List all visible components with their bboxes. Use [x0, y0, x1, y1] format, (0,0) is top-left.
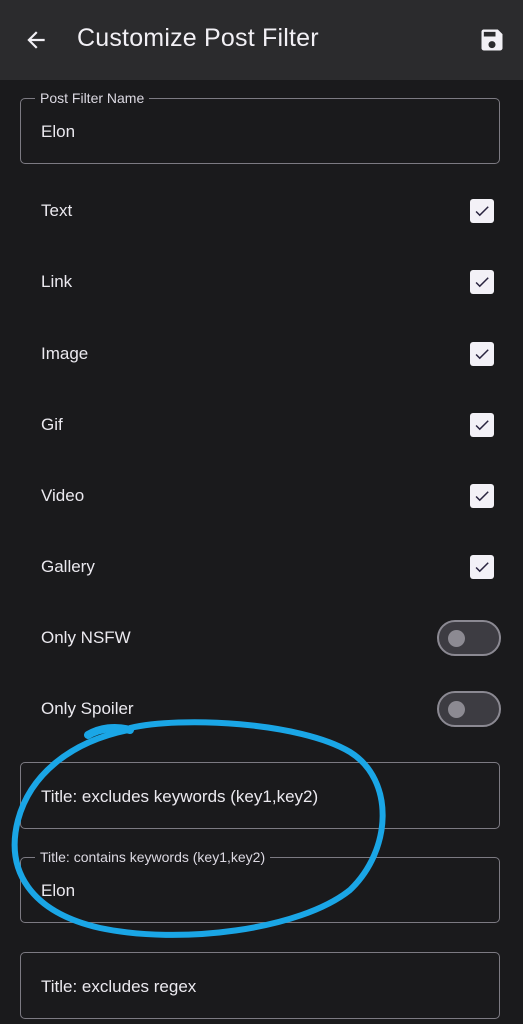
floppy-disk-icon [481, 29, 503, 51]
save-button[interactable] [474, 22, 510, 58]
only-spoiler-switch[interactable] [437, 691, 501, 727]
title-contains-keywords-value: Elon [41, 881, 76, 900]
switch-knob [448, 701, 465, 718]
post-type-label: Image [41, 344, 89, 363]
text-checkbox[interactable] [470, 199, 494, 223]
post-filter-name-field[interactable]: Post Filter Name Elon [20, 90, 500, 164]
only-nsfw-row[interactable]: Only NSFW [0, 610, 523, 666]
post-type-label: Gif [41, 415, 63, 434]
title-contains-keywords-field[interactable]: Title: contains keywords (key1,key2) Elo… [20, 849, 500, 923]
only-spoiler-row[interactable]: Only Spoiler [0, 681, 523, 737]
post-filter-name-value: Elon [41, 122, 76, 141]
page-title: Customize Post Filter [77, 24, 319, 52]
post-filter-name-label: Post Filter Name [35, 90, 150, 106]
only-nsfw-label: Only NSFW [41, 628, 131, 647]
post-type-row-image[interactable]: Image [0, 326, 523, 382]
title-excludes-regex-placeholder: Title: excludes regex [41, 977, 197, 996]
back-button[interactable] [18, 22, 54, 58]
post-type-label: Text [41, 201, 73, 220]
post-type-row-text[interactable]: Text [0, 183, 523, 239]
switch-knob [448, 630, 465, 647]
checkmark-icon [475, 491, 489, 502]
gif-checkbox[interactable] [470, 413, 494, 437]
checkmark-icon [475, 562, 489, 573]
checkmark-icon [475, 206, 489, 217]
post-type-label: Video [41, 486, 85, 505]
only-spoiler-label: Only Spoiler [41, 699, 134, 718]
checkmark-icon [475, 420, 489, 431]
checkmark-icon [475, 277, 489, 288]
title-excludes-keywords-field[interactable]: Title: excludes keywords (key1,key2) [20, 762, 500, 829]
post-type-row-gif[interactable]: Gif [0, 397, 523, 453]
only-nsfw-switch[interactable] [437, 620, 501, 656]
post-type-label: Link [41, 272, 73, 291]
post-type-row-gallery[interactable]: Gallery [0, 539, 523, 595]
title-excludes-regex-field[interactable]: Title: excludes regex [20, 952, 500, 1019]
gallery-checkbox[interactable] [470, 555, 494, 579]
app-bar: Customize Post Filter [0, 0, 523, 80]
title-contains-keywords-label: Title: contains keywords (key1,key2) [35, 849, 271, 865]
post-type-row-video[interactable]: Video [0, 468, 523, 524]
video-checkbox[interactable] [470, 484, 494, 508]
title-excludes-keywords-placeholder: Title: excludes keywords (key1,key2) [41, 787, 319, 806]
image-checkbox[interactable] [470, 342, 494, 366]
arrow-back-icon [27, 31, 45, 49]
post-type-label: Gallery [41, 557, 95, 576]
checkmark-icon [475, 349, 489, 360]
link-checkbox[interactable] [470, 270, 494, 294]
post-type-row-link[interactable]: Link [0, 254, 523, 310]
customize-post-filter-screen: Customize Post Filter Post Filter Name E… [0, 0, 523, 1024]
